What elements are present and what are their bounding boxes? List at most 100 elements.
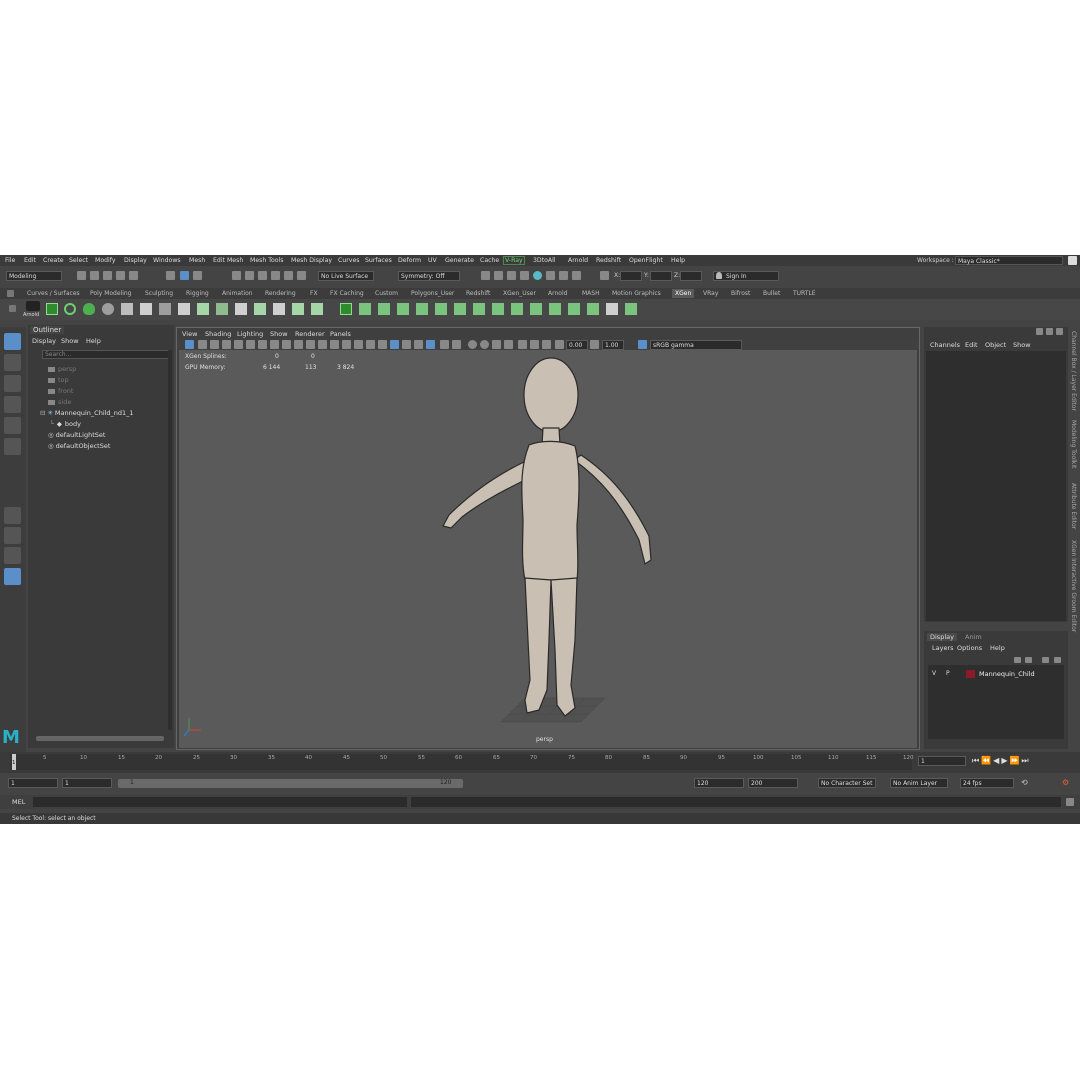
xgen-editor-icon[interactable] [46, 303, 58, 315]
shelf-options-icon[interactable] [9, 305, 16, 312]
frame-selected-icon[interactable] [542, 340, 551, 349]
film-gate-icon[interactable] [246, 340, 255, 349]
layer-menu-help[interactable]: Help [990, 644, 1005, 652]
select-hierarchy-icon[interactable] [166, 271, 175, 280]
groom-brush-4-icon[interactable] [416, 303, 428, 315]
field-chart-icon[interactable] [282, 340, 291, 349]
colorspace-dropdown[interactable]: sRGB gamma [650, 340, 742, 350]
new-layer-icon[interactable] [1042, 657, 1049, 663]
safe-title-icon[interactable] [306, 340, 315, 349]
coil-icon[interactable] [311, 303, 323, 315]
vp-menu-shading[interactable]: Shading [205, 330, 231, 338]
shadows-icon[interactable] [378, 340, 387, 349]
vp-menu-view[interactable]: View [182, 330, 197, 338]
redo-icon[interactable] [129, 271, 138, 280]
camera-view-icon[interactable] [518, 340, 527, 349]
snap-plane-icon[interactable] [271, 271, 280, 280]
vp-menu-show[interactable]: Show [270, 330, 288, 338]
xgen-description-icon[interactable] [83, 303, 95, 315]
render-region-icon[interactable] [494, 271, 503, 280]
channel-menu-show[interactable]: Show [1013, 341, 1031, 349]
cut-icon[interactable] [273, 303, 285, 315]
outliner-scrollbar[interactable] [168, 350, 172, 730]
y-field[interactable] [650, 271, 672, 281]
mannequin-child-model[interactable] [442, 357, 652, 717]
gamma-icon[interactable] [590, 340, 599, 349]
side-tab-xgen-groom[interactable]: XGen Interactive Groom Editor [1070, 540, 1077, 632]
snap-point-icon[interactable] [258, 271, 267, 280]
render-frame-icon[interactable] [481, 271, 490, 280]
menu-create[interactable]: Create [43, 257, 64, 264]
tab-rigging[interactable]: Rigging [186, 290, 209, 297]
smooth-shade-icon[interactable] [330, 340, 339, 349]
outliner-node-mannequin[interactable]: ⊟ ✳ Mannequin_Child_nd1_1 [40, 409, 134, 417]
groom-brush-15-icon[interactable] [625, 303, 637, 315]
menu-display[interactable]: Display [124, 257, 147, 264]
fps-dropdown[interactable]: 24 fps [960, 778, 1014, 788]
ipr-render-icon[interactable] [507, 271, 516, 280]
use-all-lights-icon[interactable] [366, 340, 375, 349]
layer-menu-layers[interactable]: Layers [932, 644, 954, 652]
anti-aliasing-icon[interactable] [414, 340, 423, 349]
guide-toggle-icon[interactable] [159, 303, 171, 315]
depth-of-field-icon[interactable] [426, 340, 435, 349]
region-icon[interactable] [235, 303, 247, 315]
xray-icon[interactable] [452, 340, 461, 349]
undo-icon[interactable] [116, 271, 125, 280]
tab-xgen-user[interactable]: XGen_User [503, 290, 536, 297]
camera-attr-icon[interactable] [198, 340, 207, 349]
outliner-layout-icon[interactable] [4, 568, 21, 585]
menu-3dtoall[interactable]: 3DtoAll [533, 257, 556, 264]
menu-openflight[interactable]: OpenFlight [629, 257, 663, 264]
bookmark-icon[interactable] [210, 340, 219, 349]
pause-icon[interactable] [572, 271, 581, 280]
layer-name[interactable]: Mannequin_Child [979, 670, 1035, 678]
tab-fx[interactable]: FX [310, 290, 318, 297]
range-slider-bar[interactable]: 1 120 [118, 779, 463, 788]
menu-deform[interactable]: Deform [398, 257, 421, 264]
menu-arnold[interactable]: Arnold [568, 257, 588, 264]
select-object-icon[interactable] [180, 271, 189, 280]
groom-brush-10-icon[interactable] [530, 303, 542, 315]
x-field[interactable] [620, 271, 642, 281]
tab-bullet[interactable]: Bullet [763, 290, 780, 297]
wireframe-icon[interactable] [318, 340, 327, 349]
move-layer-up-icon[interactable] [1014, 657, 1021, 663]
frame-all-icon[interactable] [530, 340, 539, 349]
move-tool-icon[interactable] [4, 396, 21, 413]
groom-brush-1-icon[interactable] [359, 303, 371, 315]
outliner-menu-help[interactable]: Help [86, 337, 101, 345]
vp-menu-lighting[interactable]: Lighting [237, 330, 263, 338]
layer-visibility-toggle[interactable]: V [932, 670, 936, 677]
tab-display[interactable]: Display [927, 633, 957, 641]
xray-active-icon[interactable] [480, 340, 489, 349]
tab-xgen[interactable]: XGen [672, 289, 695, 298]
camera-select-icon[interactable] [185, 340, 194, 349]
rotate-tool-icon[interactable] [4, 417, 21, 434]
expand-icon[interactable]: ⊟ [40, 409, 45, 417]
menu-select[interactable]: Select [69, 257, 88, 264]
single-view-icon[interactable] [4, 507, 21, 524]
select-tool-icon[interactable] [4, 333, 21, 350]
ssao-icon[interactable] [390, 340, 399, 349]
outliner-search-input[interactable]: Search... [42, 350, 170, 359]
edit-guide-icon[interactable] [140, 303, 152, 315]
side-tab-modeling-toolkit[interactable]: Modeling Toolkit [1070, 420, 1077, 468]
playback-start-field[interactable]: 1 [62, 778, 112, 788]
channel-box-icon-2[interactable] [1046, 328, 1053, 335]
outliner-node-top[interactable]: top [48, 376, 69, 384]
current-frame-field[interactable]: 1 [918, 756, 966, 766]
anim-layer-dropdown[interactable]: No Anim Layer [890, 778, 948, 788]
groom-brush-6-icon[interactable] [454, 303, 466, 315]
mel-label[interactable]: MEL [12, 798, 25, 806]
outliner-menu-display[interactable]: Display [32, 337, 56, 345]
channel-menu-channels[interactable]: Channels [930, 341, 960, 349]
clumping-icon[interactable] [254, 303, 266, 315]
add-guide-icon[interactable] [121, 303, 133, 315]
loop-icon[interactable]: ⟲ [1021, 778, 1028, 787]
paint-select-icon[interactable] [4, 375, 21, 392]
groom-brush-3-icon[interactable] [397, 303, 409, 315]
gate-mask-icon[interactable] [270, 340, 279, 349]
layer-menu-options[interactable]: Options [957, 644, 982, 652]
isolate-select-icon[interactable] [440, 340, 449, 349]
